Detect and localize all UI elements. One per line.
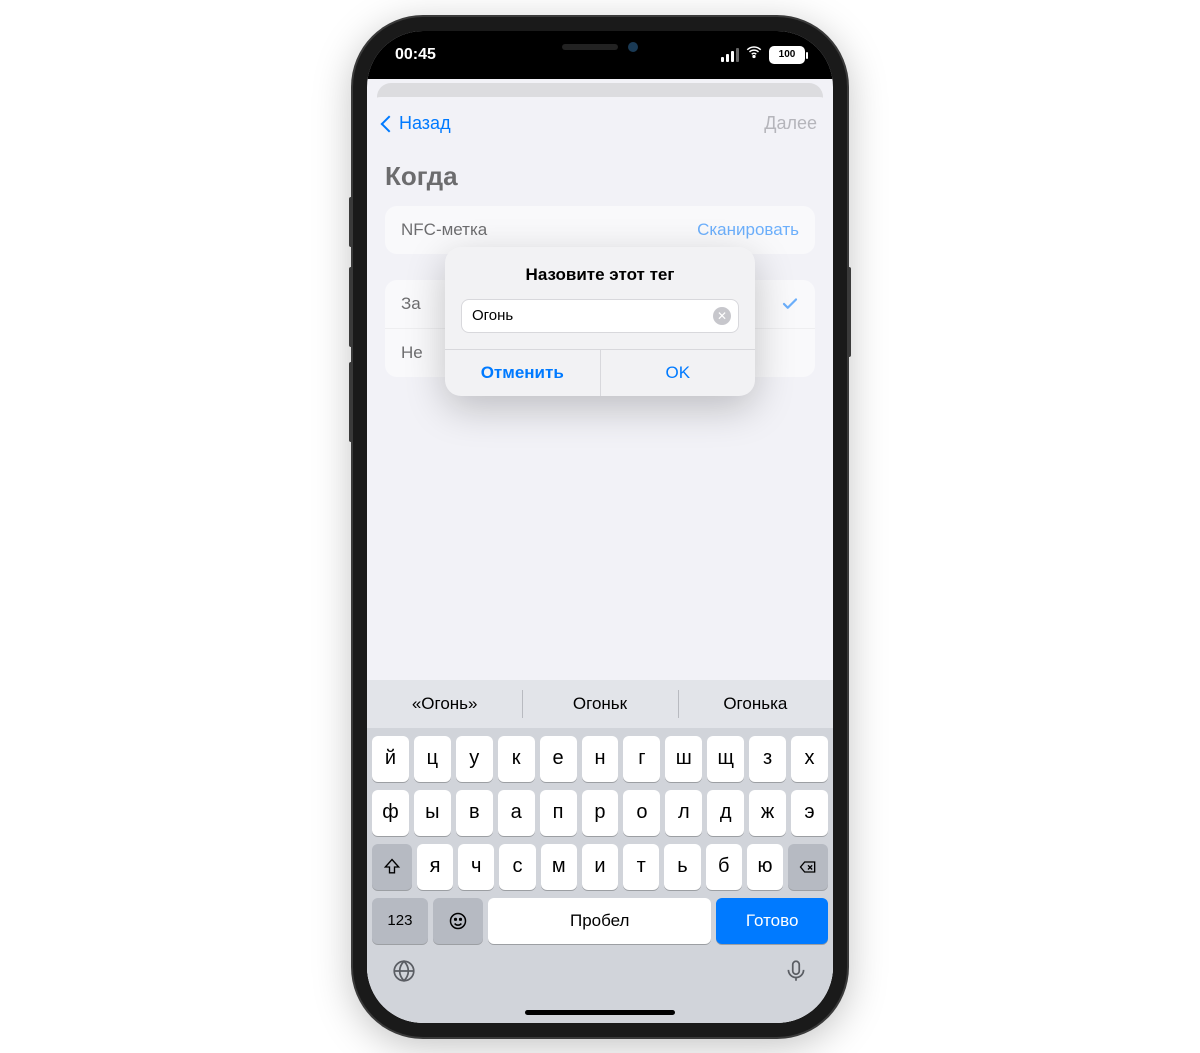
- suggestion-3[interactable]: Огонька: [678, 680, 833, 728]
- back-label: Назад: [399, 113, 451, 134]
- modal-sheet: Назад Далее Когда NFC-метка Сканировать …: [367, 97, 833, 1023]
- nav-bar: Назад Далее: [367, 97, 833, 151]
- letter-key-ш[interactable]: ш: [665, 736, 702, 782]
- letter-key-е[interactable]: е: [540, 736, 577, 782]
- phone-frame: 00:45 100 Назад Далее Когда: [353, 17, 847, 1037]
- letter-key-т[interactable]: т: [623, 844, 659, 890]
- battery-icon: 100: [769, 46, 805, 64]
- status-time: 00:45: [395, 46, 436, 64]
- letter-key-ф[interactable]: ф: [372, 790, 409, 836]
- key-row-3: ячсмитьбю: [367, 836, 833, 890]
- numbers-key[interactable]: 123: [372, 898, 428, 944]
- letter-key-в[interactable]: в: [456, 790, 493, 836]
- letter-key-к[interactable]: к: [498, 736, 535, 782]
- letter-key-о[interactable]: о: [623, 790, 660, 836]
- emoji-key[interactable]: [433, 898, 483, 944]
- key-row-2: фывапролджэ: [367, 782, 833, 836]
- suggestion-1[interactable]: «Огонь»: [367, 680, 522, 728]
- letter-key-щ[interactable]: щ: [707, 736, 744, 782]
- letter-key-й[interactable]: й: [372, 736, 409, 782]
- cancel-button[interactable]: Отменить: [445, 350, 601, 396]
- section-title: Когда: [385, 161, 815, 192]
- keyboard-bottom-bar: [367, 952, 833, 989]
- scan-link[interactable]: Сканировать: [697, 220, 799, 240]
- checkmark-icon: [781, 295, 799, 313]
- back-button[interactable]: Назад: [383, 113, 451, 134]
- notch: [500, 31, 700, 63]
- letter-key-р[interactable]: р: [582, 790, 619, 836]
- letter-key-у[interactable]: у: [456, 736, 493, 782]
- alert-dialog: Назовите этот тег ✕ Отменить OK: [445, 247, 755, 396]
- wifi-icon: [745, 43, 763, 66]
- key-row-4: 123 Пробел Готово: [367, 890, 833, 952]
- letter-key-х[interactable]: х: [791, 736, 828, 782]
- letter-key-ь[interactable]: ь: [664, 844, 700, 890]
- option-label-1: За: [401, 294, 421, 314]
- letter-key-а[interactable]: а: [498, 790, 535, 836]
- nfc-label: NFC-метка: [401, 220, 487, 240]
- screen: 00:45 100 Назад Далее Когда: [367, 31, 833, 1023]
- globe-icon[interactable]: [391, 958, 417, 989]
- letter-key-с[interactable]: с: [499, 844, 535, 890]
- keyboard: «Огонь» Огоньк Огонька йцукенгшщзх фывап…: [367, 680, 833, 1023]
- home-indicator[interactable]: [525, 1010, 675, 1015]
- option-label-2: Не: [401, 343, 423, 363]
- letter-key-э[interactable]: э: [791, 790, 828, 836]
- suggestion-2[interactable]: Огоньк: [522, 680, 677, 728]
- letter-key-ц[interactable]: ц: [414, 736, 451, 782]
- next-button[interactable]: Далее: [764, 113, 817, 134]
- cellular-icon: [721, 48, 739, 62]
- letter-key-ч[interactable]: ч: [458, 844, 494, 890]
- letter-key-з[interactable]: з: [749, 736, 786, 782]
- letter-key-ю[interactable]: ю: [747, 844, 783, 890]
- space-key[interactable]: Пробел: [488, 898, 711, 944]
- letter-key-г[interactable]: г: [623, 736, 660, 782]
- letter-key-м[interactable]: м: [541, 844, 577, 890]
- letter-key-б[interactable]: б: [706, 844, 742, 890]
- letter-key-я[interactable]: я: [417, 844, 453, 890]
- letter-key-н[interactable]: н: [582, 736, 619, 782]
- bksp-key[interactable]: [788, 844, 828, 890]
- shift-key[interactable]: [372, 844, 412, 890]
- suggestion-bar: «Огонь» Огоньк Огонька: [367, 680, 833, 728]
- ok-button[interactable]: OK: [601, 350, 756, 396]
- mic-icon[interactable]: [783, 958, 809, 989]
- letter-key-л[interactable]: л: [665, 790, 702, 836]
- tag-name-input[interactable]: [461, 299, 739, 333]
- alert-title: Назовите этот тег: [445, 247, 755, 299]
- clear-input-icon[interactable]: ✕: [713, 307, 731, 325]
- letter-key-д[interactable]: д: [707, 790, 744, 836]
- key-row-1: йцукенгшщзх: [367, 728, 833, 782]
- letter-key-ж[interactable]: ж: [749, 790, 786, 836]
- letter-key-п[interactable]: п: [540, 790, 577, 836]
- letter-key-и[interactable]: и: [582, 844, 618, 890]
- chevron-left-icon: [381, 115, 398, 132]
- letter-key-ы[interactable]: ы: [414, 790, 451, 836]
- done-key[interactable]: Готово: [716, 898, 828, 944]
